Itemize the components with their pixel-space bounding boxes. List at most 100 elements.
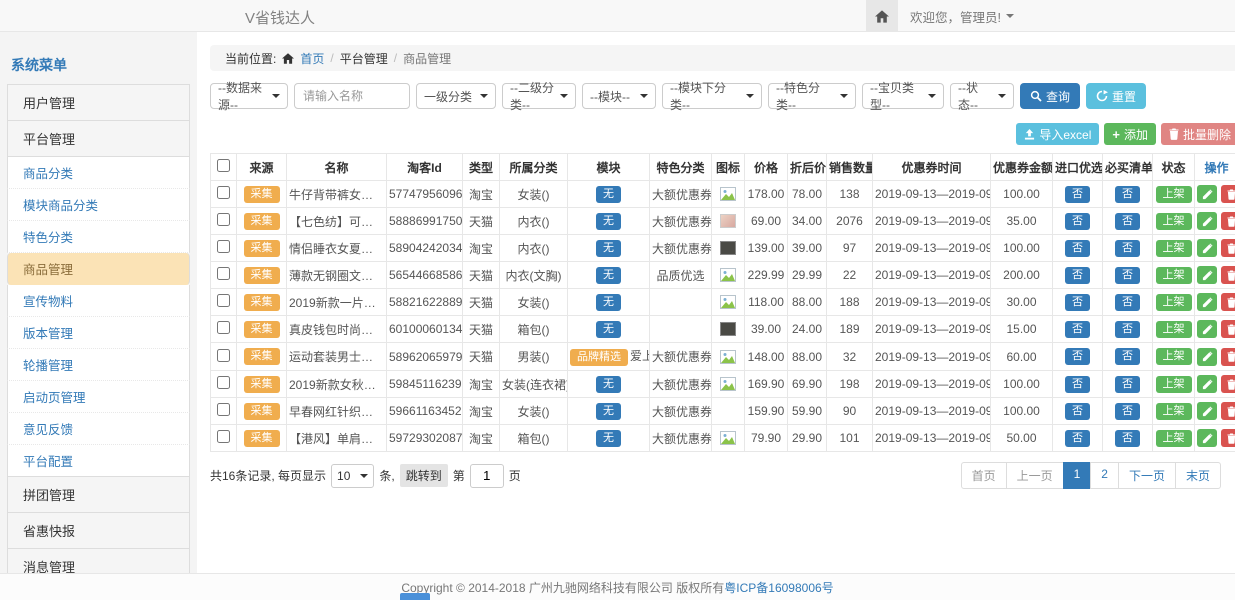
edit-button[interactable] — [1197, 185, 1217, 203]
page-size-select[interactable]: 10 — [331, 464, 374, 488]
sidebar-item[interactable]: 平台配置 — [7, 445, 190, 477]
source-badge[interactable]: 采集 — [244, 186, 280, 203]
row-checkbox[interactable] — [217, 403, 230, 416]
module-badge[interactable]: 无 — [596, 403, 621, 420]
search-button[interactable]: 查询 — [1020, 83, 1080, 109]
row-checkbox[interactable] — [217, 294, 230, 307]
must-buy-badge[interactable]: 否 — [1115, 294, 1140, 311]
delete-button[interactable] — [1221, 293, 1235, 311]
module-badge[interactable]: 无 — [596, 267, 621, 284]
source-badge[interactable]: 采集 — [244, 294, 280, 311]
must-buy-badge[interactable]: 否 — [1115, 321, 1140, 338]
status-badge[interactable]: 上架 — [1156, 240, 1192, 257]
page-button[interactable]: 2 — [1090, 462, 1119, 489]
status-badge[interactable]: 上架 — [1156, 321, 1192, 338]
source-badge[interactable]: 采集 — [244, 376, 280, 393]
row-checkbox[interactable] — [217, 267, 230, 280]
edit-button[interactable] — [1197, 293, 1217, 311]
name-input[interactable] — [294, 83, 410, 109]
status-badge[interactable]: 上架 — [1156, 213, 1192, 230]
source-badge[interactable]: 采集 — [244, 403, 280, 420]
page-button[interactable]: 下一页 — [1118, 462, 1176, 489]
edit-button[interactable] — [1197, 266, 1217, 284]
sidebar-group[interactable]: 平台管理 — [7, 120, 190, 157]
delete-button[interactable] — [1221, 320, 1235, 338]
must-buy-badge[interactable]: 否 — [1115, 213, 1140, 230]
delete-button[interactable] — [1221, 185, 1235, 203]
module-select[interactable]: --模块-- — [582, 83, 656, 109]
import-select-badge[interactable]: 否 — [1065, 321, 1090, 338]
delete-button[interactable] — [1221, 402, 1235, 420]
source-badge[interactable]: 采集 — [244, 267, 280, 284]
import-select-badge[interactable]: 否 — [1065, 213, 1090, 230]
import-select-badge[interactable]: 否 — [1065, 376, 1090, 393]
delete-button[interactable] — [1221, 212, 1235, 230]
row-checkbox[interactable] — [217, 430, 230, 443]
sidebar-item[interactable]: 意见反馈 — [7, 413, 190, 445]
delete-button[interactable] — [1221, 375, 1235, 393]
sidebar-group[interactable]: 用户管理 — [7, 84, 190, 121]
import-select-badge[interactable]: 否 — [1065, 186, 1090, 203]
item-type-select[interactable]: --宝贝类型-- — [862, 83, 944, 109]
level2-category-select[interactable]: --二级分类-- — [502, 83, 576, 109]
must-buy-badge[interactable]: 否 — [1115, 267, 1140, 284]
module-badge[interactable]: 无 — [596, 430, 621, 447]
status-badge[interactable]: 上架 — [1156, 376, 1192, 393]
import-select-badge[interactable]: 否 — [1065, 403, 1090, 420]
module-sub-category-select[interactable]: --模块下分类-- — [662, 83, 762, 109]
status-badge[interactable]: 上架 — [1156, 430, 1192, 447]
sidebar-item[interactable]: 商品管理 — [7, 253, 190, 285]
source-badge[interactable]: 采集 — [244, 348, 280, 365]
must-buy-badge[interactable]: 否 — [1115, 376, 1140, 393]
sidebar-group[interactable]: 消息管理 — [7, 548, 190, 573]
row-checkbox[interactable] — [217, 321, 230, 334]
page-button[interactable]: 上一页 — [1006, 462, 1064, 489]
edit-button[interactable] — [1197, 239, 1217, 257]
feature-category-select[interactable]: --特色分类-- — [768, 83, 856, 109]
edit-button[interactable] — [1197, 402, 1217, 420]
status-badge[interactable]: 上架 — [1156, 294, 1192, 311]
import-select-badge[interactable]: 否 — [1065, 240, 1090, 257]
row-checkbox[interactable] — [217, 349, 230, 362]
level1-category-select[interactable]: 一级分类 — [416, 83, 496, 109]
edit-button[interactable] — [1197, 375, 1217, 393]
sidebar-group[interactable]: 拼团管理 — [7, 476, 190, 513]
row-checkbox[interactable] — [217, 376, 230, 389]
delete-button[interactable] — [1221, 348, 1235, 366]
module-badge[interactable]: 无 — [596, 376, 621, 393]
edit-button[interactable] — [1197, 212, 1217, 230]
import-select-badge[interactable]: 否 — [1065, 267, 1090, 284]
data-source-select[interactable]: --数据来源-- — [210, 83, 288, 109]
reset-button[interactable]: 重置 — [1086, 83, 1146, 109]
page-button[interactable]: 1 — [1063, 462, 1092, 489]
status-badge[interactable]: 上架 — [1156, 186, 1192, 203]
sidebar-item[interactable]: 特色分类 — [7, 221, 190, 253]
select-all-checkbox[interactable] — [217, 159, 230, 172]
status-badge[interactable]: 上架 — [1156, 403, 1192, 420]
import-select-badge[interactable]: 否 — [1065, 294, 1090, 311]
page-button[interactable]: 首页 — [961, 462, 1007, 489]
module-badge[interactable]: 无 — [596, 213, 621, 230]
edit-button[interactable] — [1197, 429, 1217, 447]
module-badge[interactable]: 品牌精选 — [570, 349, 628, 366]
sidebar-group[interactable]: 省惠快报 — [7, 512, 190, 549]
sidebar-item[interactable]: 版本管理 — [7, 317, 190, 349]
page-button[interactable]: 末页 — [1175, 462, 1221, 489]
row-checkbox[interactable] — [217, 240, 230, 253]
status-badge[interactable]: 上架 — [1156, 348, 1192, 365]
edit-button[interactable] — [1197, 320, 1217, 338]
import-select-badge[interactable]: 否 — [1065, 430, 1090, 447]
user-menu[interactable]: 欢迎您，管理员! — [910, 7, 1014, 26]
row-checkbox[interactable] — [217, 213, 230, 226]
sidebar-item[interactable]: 模块商品分类 — [7, 189, 190, 221]
sidebar-item[interactable]: 商品分类 — [7, 157, 190, 189]
home-button[interactable] — [866, 0, 898, 32]
delete-button[interactable] — [1221, 239, 1235, 257]
module-badge[interactable]: 无 — [596, 294, 621, 311]
import-excel-button[interactable]: 导入excel — [1016, 123, 1099, 145]
status-badge[interactable]: 上架 — [1156, 267, 1192, 284]
source-badge[interactable]: 采集 — [244, 240, 280, 257]
sidebar-item[interactable]: 轮播管理 — [7, 349, 190, 381]
sidebar-item[interactable]: 启动页管理 — [7, 381, 190, 413]
source-badge[interactable]: 采集 — [244, 321, 280, 338]
